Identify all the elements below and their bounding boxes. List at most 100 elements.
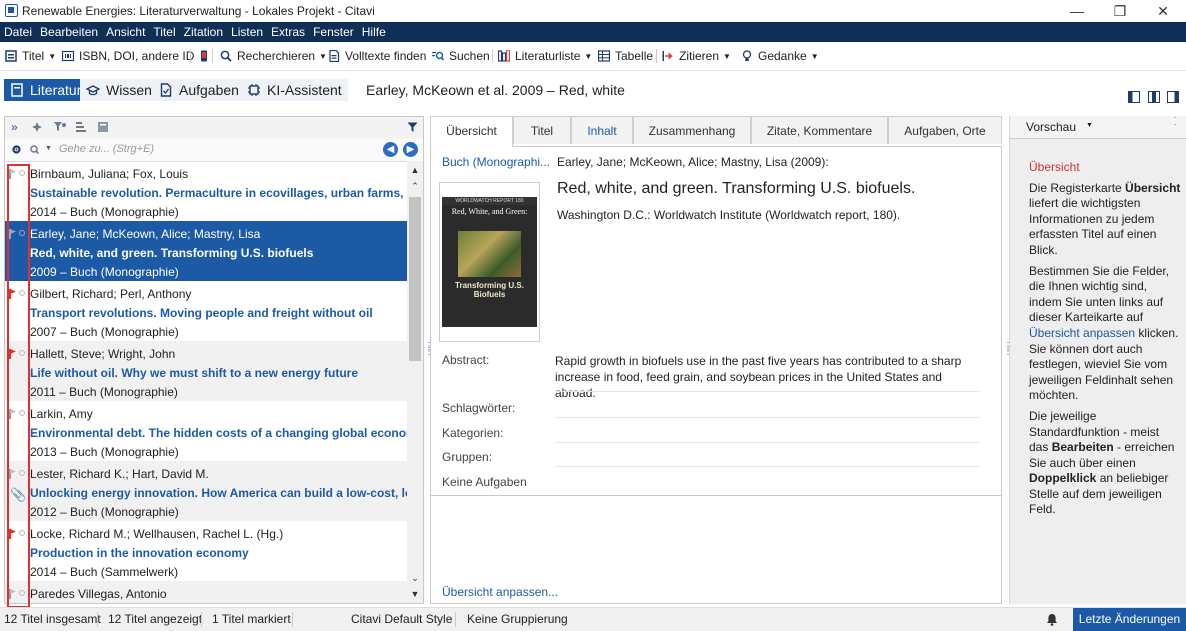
reference-row-locke[interactable]: Locke, Richard M.; Wellhausen, Rachel L.…: [5, 521, 407, 581]
customize-overview-link[interactable]: Übersicht anpassen...: [442, 585, 558, 599]
reference-row-larkin[interactable]: Larkin, Amy Environmental debt. The hidd…: [5, 401, 407, 461]
zitieren-button[interactable]: Zitieren ▼: [662, 48, 731, 64]
chevron-down-icon[interactable]: ▼: [1086, 122, 1093, 129]
status-divider: [97, 612, 98, 627]
menu-titel[interactable]: Titel: [149, 22, 179, 42]
reference-authors: Paredes Villegas, Antonio: [30, 587, 167, 601]
cite-arrow-icon: [662, 51, 673, 61]
field-divider: [555, 391, 980, 392]
customize-overview-help-link[interactable]: Übersicht anpassen: [1029, 326, 1135, 340]
reference-row-gilbert[interactable]: Gilbert, Richard; Perl, Anthony Transpor…: [5, 281, 407, 341]
suchen-button[interactable]: Suchen: [432, 48, 490, 64]
reference-meta: 2013 – Buch (Monographie): [30, 445, 179, 459]
list-scrollbar[interactable]: ▲ ⌃ ⌄ ▼: [407, 161, 423, 603]
menu-ansicht[interactable]: Ansicht: [102, 22, 149, 42]
close-icon[interactable]: ✕: [1140, 0, 1186, 22]
reference-authors: Gilbert, Richard; Perl, Anthony: [30, 287, 192, 301]
chevron-down-icon[interactable]: ▼: [45, 145, 52, 152]
book-cover-image[interactable]: WORLDWATCH REPORT 180 Red, White, and Gr…: [439, 182, 540, 342]
recherchieren-button[interactable]: Recherchieren ▼: [220, 48, 327, 64]
tab-literatur[interactable]: Literatur: [4, 79, 88, 101]
tab-aufgaben[interactable]: Aufgaben: [153, 79, 245, 101]
next-arrow-icon[interactable]: ▶: [403, 142, 418, 157]
restore-icon[interactable]: ❐: [1097, 0, 1143, 22]
citation-style[interactable]: Citavi Default Style: [351, 612, 452, 626]
expand-double-chevron-icon[interactable]: »: [11, 120, 18, 134]
module-nav: Literatur Wissen Aufgaben KI-Assistent E…: [0, 72, 1186, 108]
reference-row-hallett[interactable]: Hallett, Steve; Wright, John Life withou…: [5, 341, 407, 401]
document-type-link[interactable]: Buch (Monographi...: [442, 155, 550, 169]
filter-stars-icon[interactable]: [53, 121, 67, 134]
barcode-icon: [62, 50, 74, 62]
status-bar: 12 Titel insgesamt 12 Titel angezeigt 1 …: [0, 607, 1186, 631]
minimize-icon[interactable]: —: [1054, 0, 1100, 22]
search-settings-icon[interactable]: [29, 144, 41, 155]
recent-changes-button[interactable]: Letzte Änderungen: [1073, 608, 1186, 631]
menu-fenster[interactable]: Fenster: [309, 22, 358, 42]
lightbulb-icon: [742, 50, 752, 61]
isbn-doi-button[interactable]: ISBN, DOI, andere ID: [62, 48, 194, 64]
scroll-top-icon[interactable]: ▲: [407, 165, 423, 175]
gear-icon[interactable]: [11, 144, 22, 155]
status-divider: [292, 612, 293, 627]
tab-titel[interactable]: Titel: [513, 116, 571, 144]
reference-row-paredes[interactable]: Paredes Villegas, Antonio: [5, 581, 407, 603]
chevron-down-icon: ▼: [48, 52, 57, 61]
filter-icon[interactable]: [407, 122, 418, 133]
citation-authors: Earley, Jane; McKeown, Alice; Mastny, Li…: [557, 155, 829, 169]
menu-listen[interactable]: Listen: [227, 22, 267, 42]
preview-header-label: Vorschau: [1026, 120, 1077, 134]
new-title-button[interactable]: Titel ▼: [5, 48, 56, 64]
detail-tabs: Übersicht Titel Inhalt Zusammenhang Zita…: [430, 116, 1002, 147]
volltexte-finden-button[interactable]: Volltexte finden: [328, 48, 426, 64]
bell-icon[interactable]: [1046, 613, 1058, 626]
tab-wissen[interactable]: Wissen: [80, 79, 158, 101]
scroll-up-icon[interactable]: ⌃: [407, 181, 423, 192]
ai-stars-icon[interactable]: [31, 121, 45, 134]
grouping-status[interactable]: Keine Gruppierung: [467, 612, 568, 626]
task-document-icon: [160, 83, 172, 97]
groups-field[interactable]: [555, 466, 980, 467]
tabelle-button[interactable]: Tabelle: [598, 48, 653, 64]
scroll-down-icon[interactable]: ⌄: [407, 573, 423, 584]
reference-authors: Locke, Richard M.; Wellhausen, Rachel L.…: [30, 527, 284, 541]
tab-aufgaben-orte[interactable]: Aufgaben, Orte: [888, 116, 1002, 144]
abstract-label: Abstract:: [442, 353, 490, 367]
previous-arrow-icon[interactable]: ◀: [383, 142, 398, 157]
tab-inhalt[interactable]: Inhalt: [571, 116, 633, 144]
keywords-field[interactable]: [555, 417, 980, 418]
pdf-document-icon: [329, 50, 340, 62]
tab-uebersicht[interactable]: Übersicht: [430, 116, 513, 147]
menu-hilfe[interactable]: Hilfe: [358, 22, 390, 42]
reference-authors: Hallett, Steve; Wright, John: [30, 347, 176, 361]
selection-list-icon[interactable]: [97, 121, 111, 134]
menu-bearbeiten[interactable]: Bearbeiten: [36, 22, 102, 42]
menu-extras[interactable]: Extras: [267, 22, 309, 42]
chevron-down-icon: ▼: [584, 52, 593, 61]
menu-datei[interactable]: Datei: [0, 22, 36, 42]
reference-row-birnbaum[interactable]: Birnbaum, Juliana; Fox, Louis Sustainabl…: [5, 161, 407, 221]
preview-header[interactable]: Vorschau ▼ ˙ ˙: [1010, 116, 1186, 139]
tab-ki-assistent[interactable]: KI-Assistent: [241, 79, 348, 101]
ai-chip-icon: [248, 84, 260, 96]
search-icon: [432, 51, 444, 61]
menu-zitation[interactable]: Zitation: [180, 22, 227, 42]
tab-zusammenhang[interactable]: Zusammenhang: [633, 116, 751, 144]
tab-zitate-kommentare[interactable]: Zitate, Kommentare: [751, 116, 888, 144]
goto-search-input[interactable]: Gehe zu... (Strg+E): [59, 143, 154, 155]
reference-title: Transport revolutions. Moving people and…: [30, 306, 373, 320]
reference-row-lester[interactable]: 📎 Lester, Richard K.; Hart, David M. Unl…: [5, 461, 407, 521]
scroll-bottom-icon[interactable]: ▼: [407, 589, 423, 599]
reference-row-earley[interactable]: Earley, Jane; McKeown, Alice; Mastny, Li…: [5, 221, 407, 281]
literaturliste-button[interactable]: Literaturliste ▼: [498, 48, 592, 64]
sort-icon[interactable]: [75, 121, 89, 134]
categories-field[interactable]: [555, 442, 980, 443]
chevron-down-icon: ▼: [810, 52, 819, 61]
phone-icon: [201, 50, 207, 62]
gedanke-button[interactable]: Gedanke ▼: [741, 48, 819, 64]
cover-photo: [458, 231, 521, 277]
panel-grip-icon[interactable]: ˙ ˙: [1174, 117, 1177, 133]
abstract-text[interactable]: Rapid growth in biofuels use in the past…: [555, 353, 985, 401]
scrollbar-thumb[interactable]: [409, 197, 421, 361]
citation-publisher: Washington D.C.: Worldwatch Institute (W…: [557, 208, 901, 222]
